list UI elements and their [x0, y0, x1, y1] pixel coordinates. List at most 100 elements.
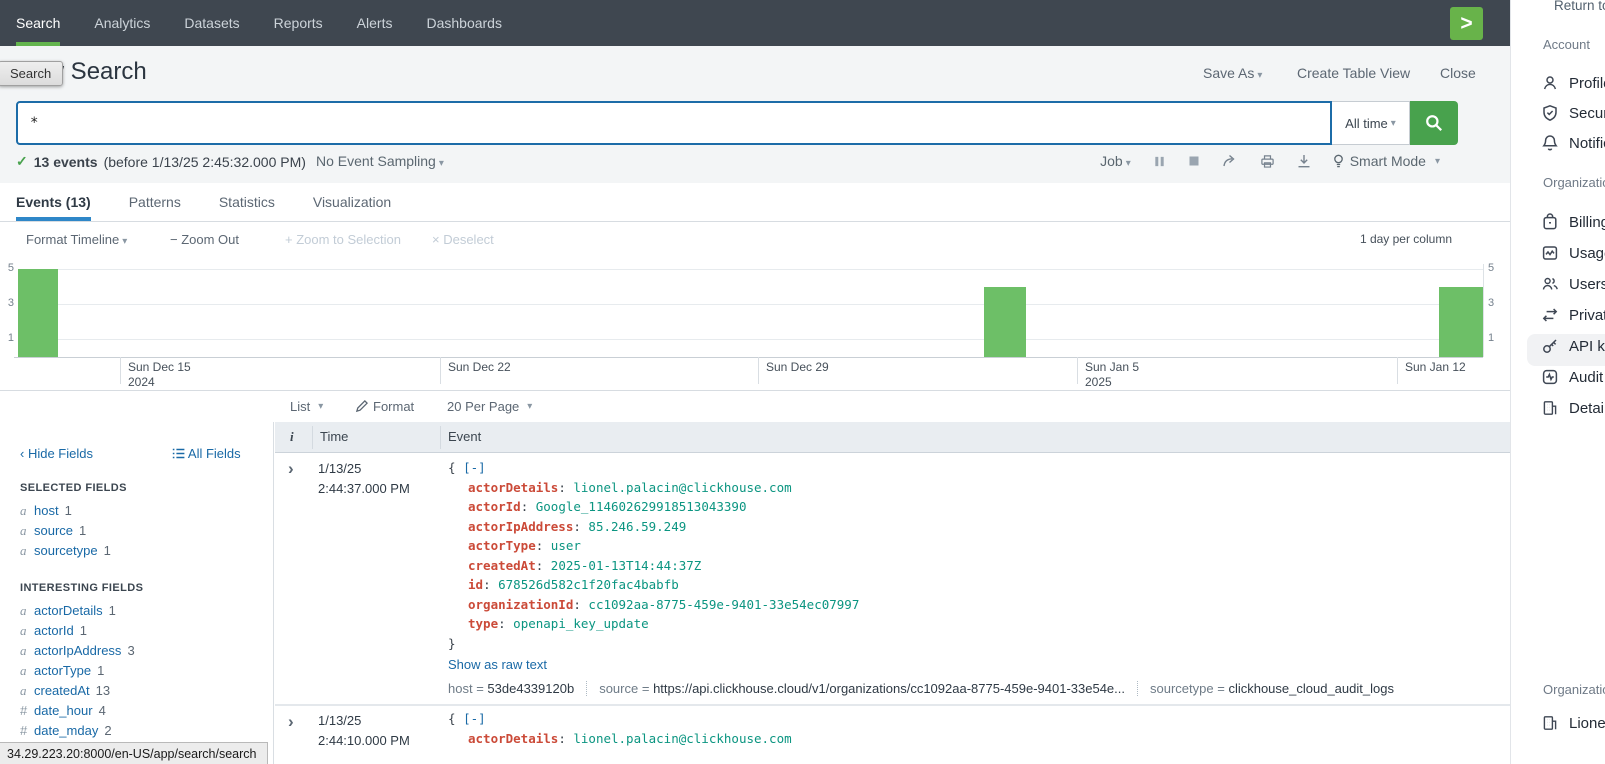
smart-mode-dropdown[interactable]: Smart Mode▾	[1333, 153, 1440, 169]
menu-item-label: Details	[1569, 400, 1605, 417]
field-count: 3	[127, 643, 134, 658]
sourcetype-field[interactable]: sourcetype = clickhouse_cloud_audit_logs	[1137, 681, 1394, 696]
nav-item-alerts[interactable]: Alerts	[357, 0, 393, 46]
field-row[interactable]: asource1	[20, 523, 86, 539]
json-key[interactable]: actorType	[468, 538, 551, 553]
menu-item-users[interactable]: Users	[1541, 272, 1605, 296]
create-table-view-button[interactable]: Create Table View	[1297, 65, 1410, 81]
expand-event-icon[interactable]: ›	[288, 462, 294, 476]
field-row[interactable]: aactorDetails1	[20, 603, 116, 619]
json-key[interactable]: actorId	[468, 499, 536, 514]
nav-item-dashboards[interactable]: Dashboards	[426, 0, 502, 46]
host-field[interactable]: host = 53de4339120b	[448, 681, 574, 696]
x-tick-year: 2024	[128, 375, 191, 390]
search-button[interactable]	[1410, 101, 1458, 145]
building-icon	[1541, 714, 1559, 732]
format-button[interactable]: Format	[355, 399, 414, 414]
nav-item-datasets[interactable]: Datasets	[184, 0, 239, 46]
field-row[interactable]: aactorType1	[20, 663, 104, 679]
menu-item-billing[interactable]: Billing	[1541, 210, 1605, 234]
job-dropdown[interactable]: Job▾	[1100, 153, 1131, 169]
menu-item-organization-lionel[interactable]: Lionel	[1541, 711, 1605, 735]
json-key[interactable]: id	[468, 577, 498, 592]
json-key[interactable]: actorDetails	[468, 731, 573, 746]
y-tick-label: 5	[1488, 262, 1500, 274]
event-sampling-dropdown[interactable]: No Event Sampling▾	[316, 153, 444, 169]
pause-icon[interactable]	[1153, 155, 1166, 168]
equals: =	[476, 681, 484, 696]
field-row[interactable]: #date_hour4	[20, 703, 106, 718]
menu-item-label: Notifications	[1569, 135, 1605, 152]
expand-event-icon[interactable]: ›	[288, 715, 294, 729]
format-timeline-dropdown[interactable]: Format Timeline▾	[26, 232, 127, 247]
zoom-to-selection-button: + Zoom to Selection	[285, 232, 401, 247]
format-timeline-label: Format Timeline	[26, 232, 119, 247]
list-view-dropdown[interactable]: List▾	[290, 399, 323, 414]
menu-item-details[interactable]: Details	[1541, 396, 1605, 420]
field-row[interactable]: #date_mday2	[20, 723, 112, 738]
menu-item-api-keys[interactable]: API keys	[1541, 334, 1605, 358]
field-type: a	[20, 603, 34, 619]
tab-visualization[interactable]: Visualization	[313, 183, 391, 221]
menu-item-audit[interactable]: Audit	[1541, 365, 1603, 389]
nav-item-reports[interactable]: Reports	[274, 0, 323, 46]
field-row[interactable]: ahost1	[20, 503, 72, 519]
splunk-logo-icon[interactable]: >	[1450, 7, 1483, 40]
zoom-out-button[interactable]: − Zoom Out	[170, 232, 239, 247]
time-range-picker[interactable]: All time▾	[1332, 101, 1410, 145]
tab-statistics[interactable]: Statistics	[219, 183, 275, 221]
json-key[interactable]: actorDetails	[468, 480, 573, 495]
timeline-bar[interactable]	[1439, 287, 1483, 357]
json-value[interactable]: 2025-01-13T14:44:37Z	[551, 558, 702, 573]
save-as-button[interactable]: Save As▾	[1203, 65, 1262, 81]
json-value[interactable]: cc1092aa-8775-459e-9401-33e54ec07997	[588, 597, 859, 612]
json-value[interactable]: Google_114602629918513043390	[536, 499, 747, 514]
menu-item-profile[interactable]: Profile	[1541, 71, 1605, 95]
x-tick-label: Sun Jan 12	[1405, 360, 1466, 375]
x-tick	[440, 357, 441, 384]
field-row[interactable]: acreatedAt13	[20, 683, 110, 699]
timeline-bar[interactable]	[18, 269, 58, 357]
timeline-bar[interactable]	[984, 287, 1026, 357]
json-value[interactable]: 678526d582c1f20fac4babfb	[498, 577, 679, 592]
json-value[interactable]: openapi_key_update	[513, 616, 648, 631]
hide-fields-link[interactable]: ‹ Hide Fields	[20, 446, 93, 461]
per-page-dropdown[interactable]: 20 Per Page▾	[447, 399, 532, 414]
json-value[interactable]: lionel.palacin@clickhouse.com	[573, 731, 791, 746]
json-collapse-toggle[interactable]: [-]	[463, 711, 486, 726]
json-key[interactable]: organizationId	[468, 597, 588, 612]
return-link[interactable]: Return to	[1554, 0, 1605, 13]
json-key[interactable]: createdAt	[468, 558, 551, 573]
menu-item-notifications[interactable]: Notifications	[1541, 131, 1605, 155]
event-time: 1/13/252:44:37.000 PM	[318, 459, 410, 499]
json-key[interactable]: type	[468, 616, 513, 631]
field-row[interactable]: a1sourcetype1	[20, 543, 111, 559]
field-key: source	[599, 681, 638, 696]
json-value[interactable]: 85.246.59.249	[588, 519, 686, 534]
show-raw-text-link[interactable]: Show as raw text	[448, 657, 547, 672]
search-input[interactable]	[16, 101, 1332, 145]
event-sampling-label: No Event Sampling	[316, 153, 436, 169]
field-row[interactable]: aactorId1	[20, 623, 87, 639]
stop-icon[interactable]	[1188, 155, 1200, 167]
json-value[interactable]: user	[551, 538, 581, 553]
share-icon[interactable]	[1222, 154, 1238, 168]
source-field[interactable]: source = https://api.clickhouse.cloud/v1…	[586, 681, 1125, 696]
menu-item-private[interactable]: Private	[1541, 303, 1605, 327]
all-fields-link[interactable]: All Fields	[172, 446, 241, 461]
tab-patterns[interactable]: Patterns	[129, 183, 181, 221]
field-row[interactable]: aactorIpAddress3	[20, 643, 135, 659]
json-brace: {	[448, 711, 456, 726]
json-value[interactable]: lionel.palacin@clickhouse.com	[573, 480, 791, 495]
print-icon[interactable]	[1260, 154, 1275, 168]
tab-events[interactable]: Events (13)	[16, 183, 91, 221]
json-key[interactable]: actorIpAddress	[468, 519, 588, 534]
json-collapse-toggle[interactable]: [-]	[463, 460, 486, 475]
export-icon[interactable]	[1297, 154, 1311, 168]
nav-item-search[interactable]: Search	[16, 0, 60, 46]
close-button[interactable]: Close	[1440, 65, 1476, 81]
nav-item-analytics[interactable]: Analytics	[94, 0, 150, 46]
menu-item-security[interactable]: Security	[1541, 101, 1605, 125]
menu-item-usage[interactable]: Usage	[1541, 241, 1605, 265]
field-name: actorId	[34, 623, 74, 638]
